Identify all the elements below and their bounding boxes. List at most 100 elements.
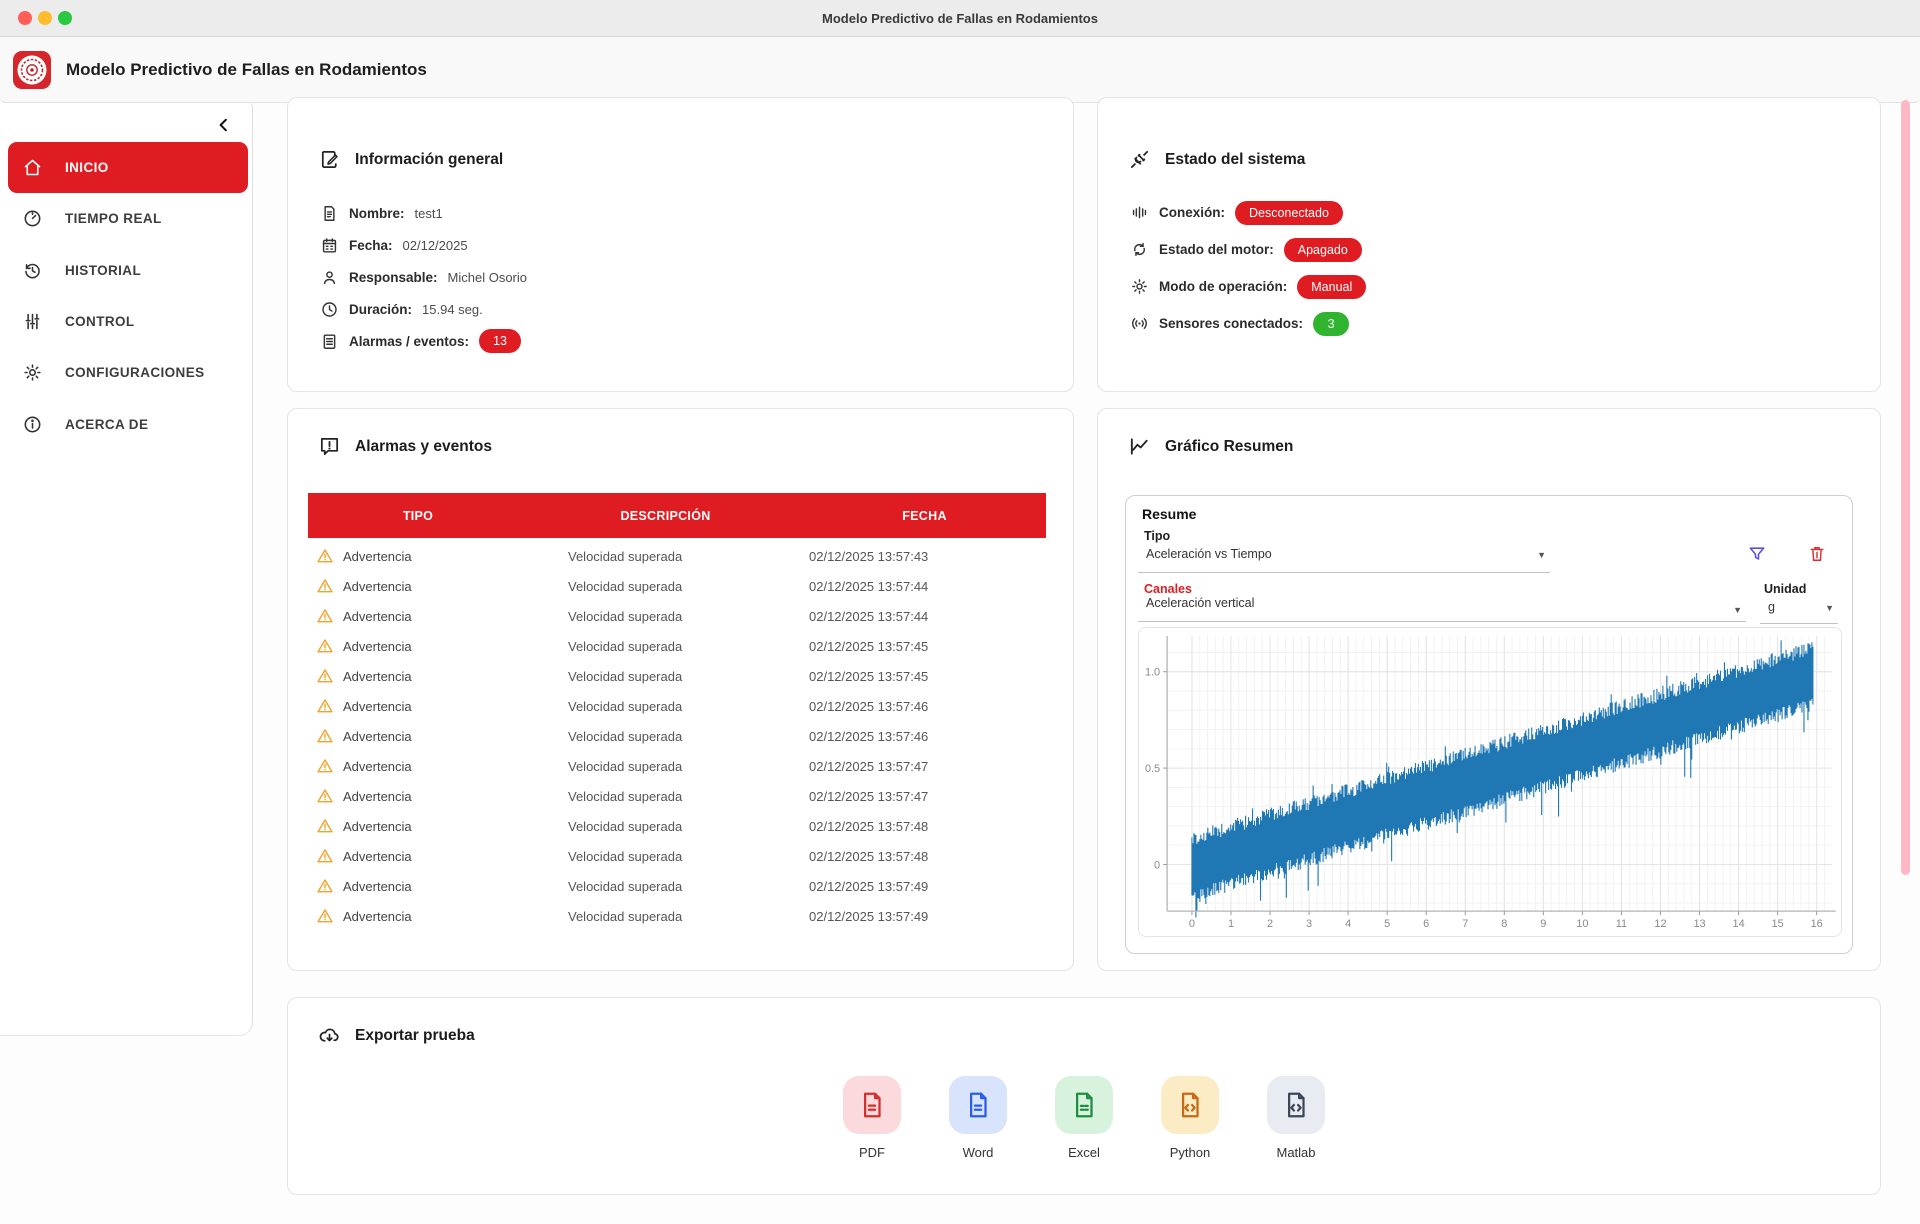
table-row[interactable]: AdvertenciaVelocidad superada02/12/2025 … [308, 781, 1046, 811]
unidad-select[interactable]: g ▼ [1760, 600, 1838, 624]
svg-text:12: 12 [1654, 918, 1666, 930]
window-title: Modelo Predictivo de Fallas en Rodamient… [0, 11, 1920, 26]
table-row[interactable]: AdvertenciaVelocidad superada02/12/2025 … [308, 751, 1046, 781]
fecha-cell: 02/12/2025 13:57:46 [803, 699, 1046, 714]
svg-text:5: 5 [1384, 918, 1390, 930]
svg-text:0: 0 [1189, 918, 1195, 930]
sidebar-item-control[interactable]: CONTROL [8, 296, 248, 347]
fecha-cell: 02/12/2025 13:57:48 [803, 849, 1046, 864]
scrollbar[interactable] [1901, 100, 1910, 875]
warning-icon [316, 727, 334, 745]
export-pdf-button[interactable]: PDF [843, 1076, 901, 1160]
sidebar-collapse-button[interactable] [210, 111, 238, 139]
sidebar-item-historial[interactable]: HISTORIAL [8, 245, 248, 296]
tipo-select-value: Aceleración vs Tiempo [1146, 547, 1272, 561]
tipo-text: Advertencia [343, 879, 412, 894]
svg-text:3: 3 [1306, 918, 1312, 930]
svg-text:11: 11 [1616, 918, 1627, 930]
tipo-cell: Advertencia [308, 697, 528, 715]
detail-row: Alarmas / eventos:13 [320, 325, 1053, 357]
tipo-text: Advertencia [343, 849, 412, 864]
export-word-button[interactable]: Word [949, 1076, 1007, 1160]
descripcion-cell: Velocidad superada [528, 759, 803, 774]
detail-row: Estado del motor:Apagado [1130, 231, 1860, 268]
cloud-download-icon [318, 1024, 341, 1047]
descripcion-cell: Velocidad superada [528, 669, 803, 684]
warning-icon [316, 907, 334, 925]
table-row[interactable]: AdvertenciaVelocidad superada02/12/2025 … [308, 661, 1046, 691]
card-informacion-general: Información general Nombre:test1Fecha:02… [287, 97, 1074, 392]
row-value: 15.94 seg. [422, 302, 483, 317]
sidebar-item-configuraciones[interactable]: CONFIGURACIONES [8, 347, 248, 398]
tipo-text: Advertencia [343, 609, 412, 624]
file-icon [320, 204, 339, 223]
card-title: Información general [318, 148, 503, 171]
table-row[interactable]: AdvertenciaVelocidad superada02/12/2025 … [308, 871, 1046, 901]
app-window: Modelo Predictivo de Fallas en Rodamient… [0, 0, 1920, 1224]
row-label: Modo de operación: [1159, 279, 1287, 294]
fecha-cell: 02/12/2025 13:57:47 [803, 789, 1046, 804]
gear-icon [22, 362, 43, 383]
table-row[interactable]: AdvertenciaVelocidad superada02/12/2025 … [308, 541, 1046, 571]
tipo-cell: Advertencia [308, 907, 528, 925]
document-edit-icon [318, 148, 341, 171]
table-row[interactable]: AdvertenciaVelocidad superada02/12/2025 … [308, 631, 1046, 661]
summary-chart[interactable]: 00.51.0012345678910111213141516 [1138, 627, 1842, 937]
svg-text:14: 14 [1733, 918, 1745, 930]
fecha-cell: 02/12/2025 13:57:44 [803, 609, 1046, 624]
tipo-cell: Advertencia [308, 637, 528, 655]
chevron-down-icon: ▼ [1825, 603, 1834, 613]
svg-text:0.5: 0.5 [1145, 763, 1160, 775]
card-title-text: Alarmas y eventos [355, 438, 492, 456]
fecha-cell: 02/12/2025 13:57:49 [803, 879, 1046, 894]
fecha-cell: 02/12/2025 13:57:43 [803, 549, 1046, 564]
unidad-label: Unidad [1764, 582, 1806, 596]
calendar-icon [320, 236, 339, 255]
table-row[interactable]: AdvertenciaVelocidad superada02/12/2025 … [308, 841, 1046, 871]
app-logo [12, 50, 52, 90]
export-python-button[interactable]: Python [1161, 1076, 1219, 1160]
table-row[interactable]: AdvertenciaVelocidad superada02/12/2025 … [308, 811, 1046, 841]
file-doc-icon [857, 1090, 887, 1120]
sliders-icon [22, 311, 43, 332]
maximize-button[interactable] [58, 11, 72, 25]
person-icon [320, 268, 339, 287]
alarm-table-body: AdvertenciaVelocidad superada02/12/2025 … [308, 538, 1046, 931]
warning-icon [316, 787, 334, 805]
sidebar-item-acerca-de[interactable]: ACERCA DE [8, 399, 248, 450]
tipo-select[interactable]: Aceleración vs Tiempo ▼ [1138, 547, 1550, 573]
minimize-button[interactable] [38, 11, 52, 25]
svg-text:13: 13 [1693, 918, 1705, 930]
chevron-down-icon: ▼ [1733, 605, 1742, 615]
svg-text:2: 2 [1267, 918, 1273, 930]
table-row[interactable]: AdvertenciaVelocidad superada02/12/2025 … [308, 571, 1046, 601]
tipo-cell: Advertencia [308, 667, 528, 685]
export-tile [1055, 1076, 1113, 1134]
row-label: Responsable: [349, 270, 438, 285]
canales-select[interactable]: Aceleración vertical ▼ [1138, 596, 1746, 622]
table-row[interactable]: AdvertenciaVelocidad superada02/12/2025 … [308, 601, 1046, 631]
home-icon [22, 157, 43, 178]
export-excel-button[interactable]: Excel [1055, 1076, 1113, 1160]
card-title-text: Estado del sistema [1165, 151, 1305, 169]
tipo-text: Advertencia [343, 639, 412, 654]
filter-icon[interactable] [1747, 544, 1767, 564]
fecha-cell: 02/12/2025 13:57:45 [803, 669, 1046, 684]
table-row[interactable]: AdvertenciaVelocidad superada02/12/2025 … [308, 901, 1046, 931]
sidebar-item-inicio[interactable]: INICIO [8, 142, 248, 193]
table-row[interactable]: AdvertenciaVelocidad superada02/12/2025 … [308, 691, 1046, 721]
sidebar-item-label: TIEMPO REAL [65, 211, 162, 226]
table-row[interactable]: AdvertenciaVelocidad superada02/12/2025 … [308, 721, 1046, 751]
export-label: Python [1170, 1145, 1210, 1160]
sidebar-item-tiempo-real[interactable]: TIEMPO REAL [8, 193, 248, 244]
export-tile [949, 1076, 1007, 1134]
export-matlab-button[interactable]: Matlab [1267, 1076, 1325, 1160]
close-button[interactable] [18, 11, 32, 25]
descripcion-cell: Velocidad superada [528, 579, 803, 594]
resume-panel-title: Resume [1142, 506, 1196, 522]
sync-icon [1130, 240, 1149, 259]
svg-text:15: 15 [1772, 918, 1784, 930]
trash-icon[interactable] [1807, 544, 1827, 564]
row-value: Michel Osorio [448, 270, 527, 285]
history-icon [22, 260, 43, 281]
